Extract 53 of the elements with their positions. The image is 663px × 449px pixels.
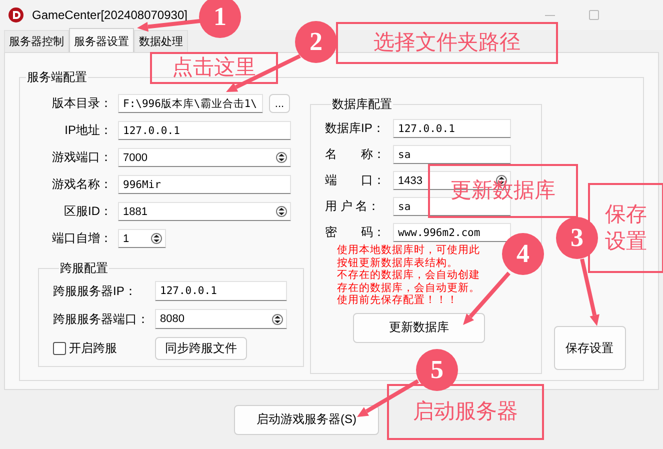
- path-field[interactable]: F:\996版本库\霸业合击1\: [118, 94, 263, 113]
- warning-line: 使用本地数据库时，可使用此: [337, 244, 480, 256]
- field-label: IP地址：: [64, 122, 112, 139]
- number-field[interactable]: 1: [118, 229, 166, 248]
- field-label: 跨服服务器IP：: [53, 282, 138, 300]
- input-field[interactable]: 127.0.0.1: [155, 281, 287, 301]
- number-field[interactable]: 1881: [118, 202, 291, 221]
- warning-line: 按钮更新数据库表结构。: [337, 256, 458, 269]
- app-logo-icon: [8, 7, 24, 23]
- number-field[interactable]: 8080: [155, 309, 287, 329]
- callout-label: 选择文件夹路径: [336, 22, 558, 64]
- input-field[interactable]: 127.0.0.1: [393, 119, 511, 138]
- field-label: 端口自增：: [51, 230, 112, 247]
- field-label: 游戏端口：: [51, 149, 112, 166]
- callout-label: 点击这里: [150, 52, 278, 84]
- field-label: 端 口：: [325, 172, 386, 189]
- callout-label: 启动服务器: [387, 384, 544, 440]
- update-database-button[interactable]: 更新数据库: [353, 312, 485, 342]
- tab[interactable]: 数据处理: [134, 30, 188, 52]
- checkbox-label: 开启跨服: [69, 340, 117, 357]
- spin-arrows-icon[interactable]: [151, 233, 162, 244]
- sync-button[interactable]: 同步跨服文件: [155, 337, 247, 360]
- field-label: 用 户 名：: [325, 198, 381, 215]
- field-label: 游戏名称：: [51, 176, 112, 193]
- field-label: 区服ID：: [63, 203, 112, 220]
- spin-arrows-icon[interactable]: [272, 314, 283, 324]
- warning-line: 不存在的数据库，会自动创建: [337, 269, 480, 282]
- spin-arrows-icon[interactable]: [276, 152, 287, 163]
- tab[interactable]: 服务器设置: [69, 28, 134, 52]
- input-field[interactable]: sa: [393, 145, 511, 164]
- field-label: 跨服服务器端口：: [53, 310, 149, 328]
- browse-button[interactable]: ...: [269, 94, 290, 113]
- tab[interactable]: 服务器控制: [4, 30, 69, 52]
- group-title: 服务端配置: [26, 69, 88, 86]
- warning-line: 使用前先保存配置！！！: [337, 294, 458, 306]
- step-number: 1: [199, 0, 241, 38]
- checkbox[interactable]: [53, 342, 66, 355]
- input-field[interactable]: www.996m2.com: [393, 223, 511, 242]
- start-server-button[interactable]: 启动游戏服务器(S): [234, 404, 379, 434]
- field-label: 版本目录：: [51, 95, 112, 112]
- input-field[interactable]: 996Mir: [118, 175, 291, 194]
- number-field[interactable]: 7000: [118, 148, 291, 167]
- group-title: 跨服配置: [59, 260, 109, 277]
- arrow: [580, 258, 600, 326]
- save-button[interactable]: 保存设置: [554, 326, 626, 370]
- field-label: 密 码：: [325, 224, 386, 241]
- input-field[interactable]: 127.0.0.1: [118, 121, 291, 140]
- group-title: 数据库配置: [331, 96, 393, 113]
- window-title: GameCenter[202408070930]: [32, 8, 188, 22]
- field-label: 名 称：: [325, 146, 386, 163]
- warning-line: 存在的数据库，会自动更新。: [337, 282, 480, 294]
- field-label: 数据库IP：: [325, 120, 386, 137]
- spin-arrows-icon[interactable]: [276, 206, 287, 217]
